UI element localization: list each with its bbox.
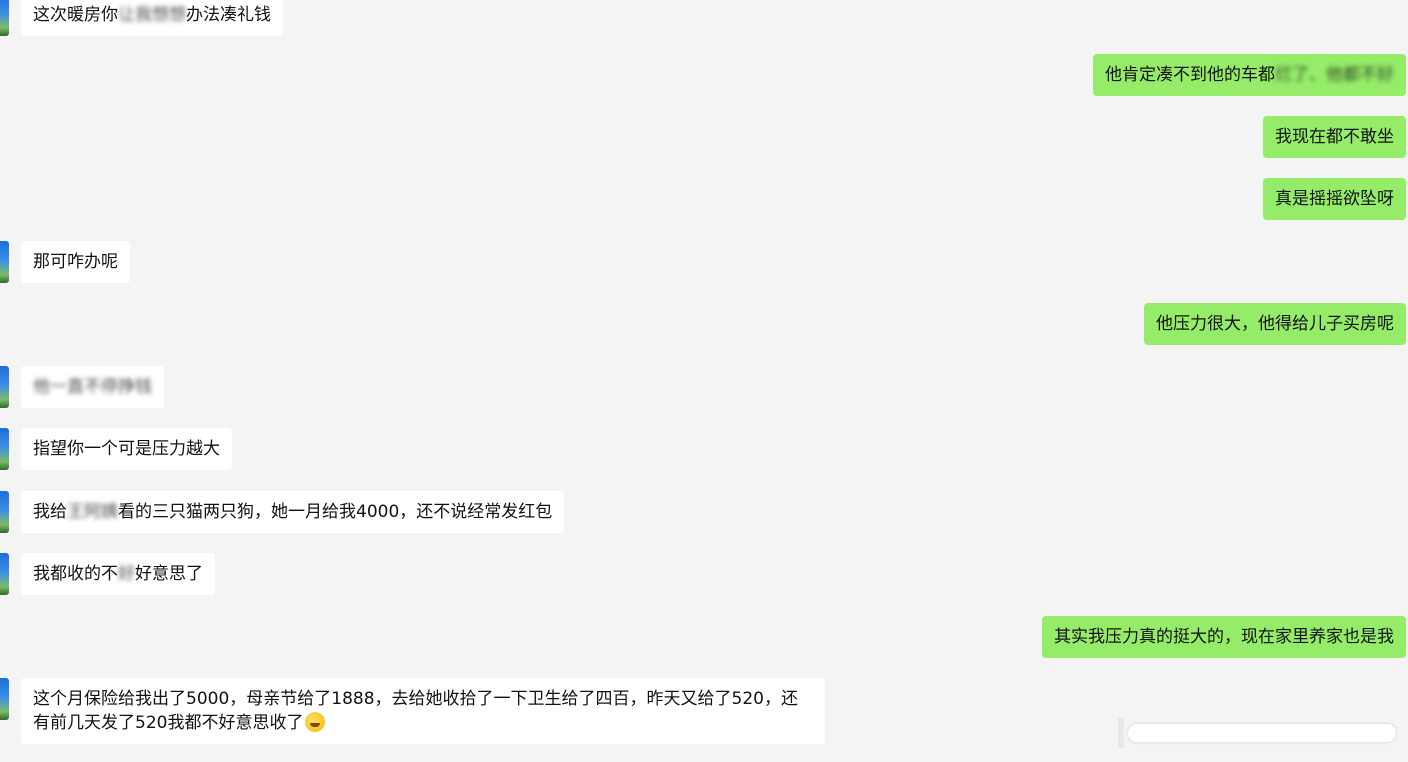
contact-avatar[interactable] [0,366,9,408]
redacted-text: 王阿姨 [67,502,118,522]
message-text: 真是摇摇欲坠呀 [1275,189,1394,209]
message-bubble[interactable]: 真是摇摇欲坠呀 [1263,178,1406,220]
redacted-text: 烂了、他都 [1275,65,1360,85]
message-bubble[interactable]: 那可咋办呢 [21,241,130,283]
message-bubble[interactable]: 他一直不停挣钱 [21,366,164,408]
blurred-watermark [1118,718,1396,748]
watermark-bar [1128,724,1396,742]
redacted-text: 他一直不停挣钱 [33,377,152,397]
message-text: 指望你一个可是压力越大 [33,439,220,459]
contact-avatar[interactable] [0,428,9,470]
message-bubble[interactable]: 这个月保险给我出了5000，母亲节给了1888，去给她收拾了一下卫生给了四百，昨… [21,678,825,744]
message-bubble[interactable]: 指望你一个可是压力越大 [21,428,232,470]
message-text: 办法凑礼钱 [186,5,271,25]
watermark-mark [1118,718,1124,748]
message-outgoing: 真是摇摇欲坠呀 [1263,178,1406,220]
message-bubble[interactable]: 他压力很大，他得给儿子买房呢 [1144,303,1406,345]
message-text: 那可咋办呢 [33,252,118,272]
message-incoming: 这次暖房你让我想想办法凑礼钱 [0,0,283,36]
message-text: 看的三只猫两只狗，她一月给我4000，还不说经常发红包 [118,502,553,522]
message-bubble[interactable]: 这次暖房你让我想想办法凑礼钱 [21,0,283,36]
contact-avatar[interactable] [0,678,9,720]
message-text: 他肯定凑不到他的车都 [1105,65,1275,85]
chat-window: 这次暖房你让我想想办法凑礼钱 他肯定凑不到他的车都烂了、他都不好 我现在都不敢坐… [0,0,1408,762]
message-text: 我给 [33,502,67,522]
message-bubble[interactable]: 他肯定凑不到他的车都烂了、他都不好 [1093,54,1406,96]
message-incoming: 那可咋办呢 [0,241,130,283]
message-bubble[interactable]: 我给王阿姨看的三只猫两只狗，她一月给我4000，还不说经常发红包 [21,491,565,533]
message-text: 他压力很大，他得给儿子买房呢 [1156,314,1394,334]
message-outgoing: 我现在都不敢坐 [1263,116,1406,158]
message-text: 好意思了 [135,564,203,584]
message-bubble[interactable]: 我现在都不敢坐 [1263,116,1406,158]
contact-avatar[interactable] [0,553,9,595]
laugh-cry-emoji-icon [305,712,326,732]
contact-avatar[interactable] [0,0,9,36]
message-text: 我都收的不 [33,564,118,584]
redacted-text: 让我想想 [118,5,186,25]
redacted-text: 不好 [1360,65,1394,85]
message-outgoing: 他压力很大，他得给儿子买房呢 [1144,303,1406,345]
contact-avatar[interactable] [0,241,9,283]
message-text: 这个月保险给我出了5000，母亲节给了1888，去给她收拾了一下卫生给了四百，昨… [33,689,798,733]
message-incoming: 这个月保险给我出了5000，母亲节给了1888，去给她收拾了一下卫生给了四百，昨… [0,678,825,744]
message-incoming: 指望你一个可是压力越大 [0,428,232,470]
message-text: 我现在都不敢坐 [1275,127,1394,147]
message-bubble[interactable]: 其实我压力真的挺大的，现在家里养家也是我 [1042,616,1406,658]
message-incoming: 他一直不停挣钱 [0,366,164,408]
message-bubble[interactable]: 我都收的不好好意思了 [21,553,215,595]
message-incoming: 我都收的不好好意思了 [0,553,215,595]
message-text: 这次暖房你 [33,5,118,25]
redacted-text: 好 [118,564,135,584]
contact-avatar[interactable] [0,491,9,533]
message-outgoing: 其实我压力真的挺大的，现在家里养家也是我 [1042,616,1406,658]
message-text: 其实我压力真的挺大的，现在家里养家也是我 [1054,627,1394,647]
message-incoming: 我给王阿姨看的三只猫两只狗，她一月给我4000，还不说经常发红包 [0,491,565,533]
message-outgoing: 他肯定凑不到他的车都烂了、他都不好 [1093,54,1406,96]
